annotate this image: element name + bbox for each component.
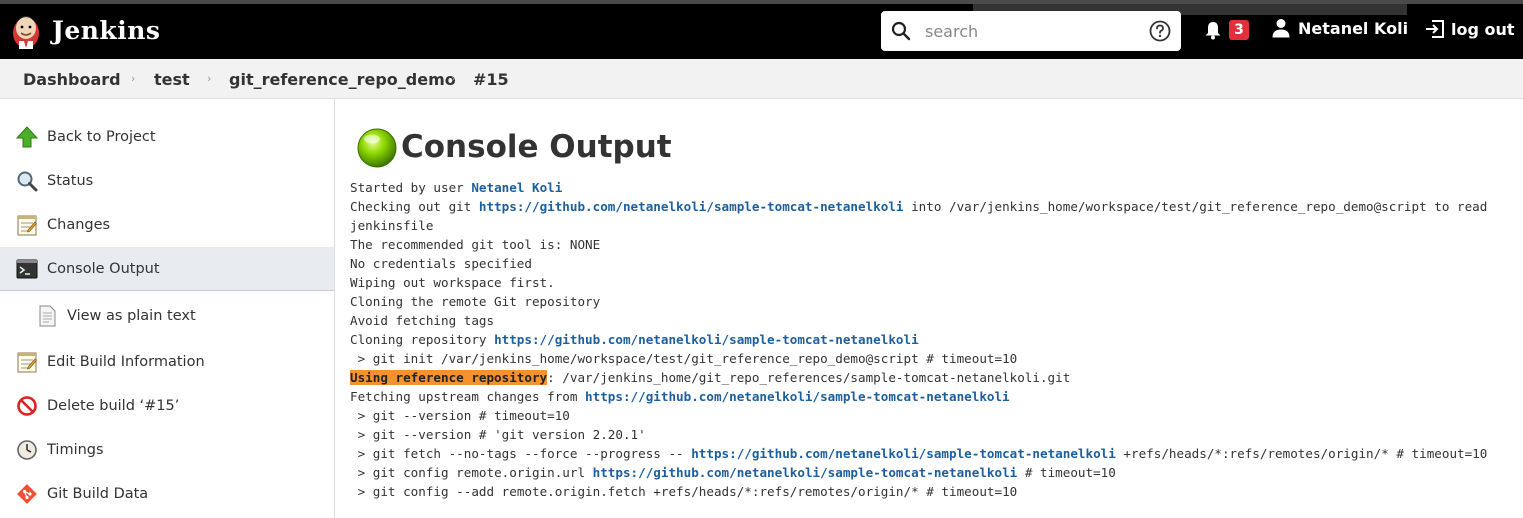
breadcrumb-separator-icon: › xyxy=(131,72,136,85)
console-highlight: Using reference repository xyxy=(350,370,548,385)
breadcrumb-separator-icon: › xyxy=(451,72,456,85)
build-status-ball-icon xyxy=(357,128,397,168)
no-entry-icon xyxy=(17,396,37,416)
terminal-icon xyxy=(16,259,38,279)
breadcrumb-separator-icon: › xyxy=(207,72,212,85)
console-repo-link[interactable]: https://github.com/netanelkoli/sample-to… xyxy=(585,389,1010,404)
console-repo-link[interactable]: https://github.com/netanelkoli/sample-to… xyxy=(494,332,919,347)
sidebar-item-console-output[interactable]: Console Output xyxy=(0,247,334,291)
sidebar-item-label: Status xyxy=(47,173,94,189)
main-content: Console Output Started by user Netanel K… xyxy=(335,99,1523,518)
notepad-icon xyxy=(17,215,37,236)
magnifier-icon xyxy=(17,171,38,192)
breadcrumb-test[interactable]: test xyxy=(154,70,190,89)
notifications-badge[interactable]: 3 xyxy=(1229,20,1249,40)
console-repo-link[interactable]: https://github.com/netanelkoli/sample-to… xyxy=(593,465,1018,480)
git-icon xyxy=(17,484,37,504)
search-input[interactable] xyxy=(923,20,1137,42)
search-icon xyxy=(891,21,911,41)
search-box[interactable] xyxy=(881,11,1181,51)
sidebar-item-back-to-project[interactable]: Back to Project xyxy=(0,115,334,159)
sidebar-item-label: Git Build Data xyxy=(47,486,149,502)
sidebar-item-git-build-data[interactable]: Git Build Data xyxy=(0,472,334,516)
help-icon[interactable] xyxy=(1149,20,1171,42)
breadcrumb: Dashboard › test › git_reference_repo_de… xyxy=(0,59,1523,99)
sidebar-item-label: Timings xyxy=(47,442,104,458)
user-icon xyxy=(1272,19,1290,38)
page-heading: Console Output xyxy=(355,125,672,169)
sidebar-item-view-as-plain-text[interactable]: View as plain text xyxy=(0,294,334,338)
page-title: Console Output xyxy=(401,129,672,165)
sidebar-item-label: Back to Project xyxy=(47,129,156,145)
up-arrow-icon xyxy=(16,126,38,148)
jenkins-logo-icon xyxy=(13,16,39,49)
console-repo-link[interactable]: https://github.com/netanelkoli/sample-to… xyxy=(691,446,1116,461)
console-user-link[interactable]: Netanel Koli xyxy=(471,180,562,195)
console-output: Started by user Netanel Koli Checking ou… xyxy=(350,180,1495,499)
sidebar-item-delete-build[interactable]: Delete build ‘#15’ xyxy=(0,384,334,428)
sidebar-item-label: View as plain text xyxy=(67,308,196,324)
breadcrumb-dashboard[interactable]: Dashboard xyxy=(23,70,121,89)
console-repo-link[interactable]: https://github.com/netanelkoli/sample-to… xyxy=(479,199,904,214)
sidebar: Back to Project Status Changes Console O… xyxy=(0,99,335,518)
top-header: Jenkins 3 Netanel Koli log out xyxy=(0,0,1523,59)
sidebar-item-label: Changes xyxy=(47,217,111,233)
sidebar-item-label: Edit Build Information xyxy=(47,354,205,370)
logout-link[interactable]: log out xyxy=(1424,18,1515,40)
logout-label[interactable]: log out xyxy=(1451,20,1515,39)
sidebar-item-label: Delete build ‘#15’ xyxy=(47,398,180,414)
jenkins-home-link[interactable]: Jenkins xyxy=(10,8,160,52)
sidebar-item-label: Console Output xyxy=(47,260,160,277)
breadcrumb-build[interactable]: #15 xyxy=(473,70,509,89)
sidebar-item-status[interactable]: Status xyxy=(0,159,334,203)
breadcrumb-job[interactable]: git_reference_repo_demo xyxy=(229,70,456,89)
document-icon xyxy=(39,305,56,327)
user-menu[interactable]: Netanel Koli xyxy=(1272,18,1408,38)
sidebar-item-changes[interactable]: Changes xyxy=(0,203,334,247)
sidebar-item-edit-build-information[interactable]: Edit Build Information xyxy=(0,340,334,384)
notepad-icon xyxy=(17,352,37,373)
notifications-bell-icon[interactable] xyxy=(1203,20,1223,40)
brand-name: Jenkins xyxy=(52,15,161,45)
logout-icon xyxy=(1426,20,1444,38)
sidebar-item-timings[interactable]: Timings xyxy=(0,428,334,472)
clock-icon xyxy=(17,440,37,460)
user-name[interactable]: Netanel Koli xyxy=(1298,19,1408,38)
